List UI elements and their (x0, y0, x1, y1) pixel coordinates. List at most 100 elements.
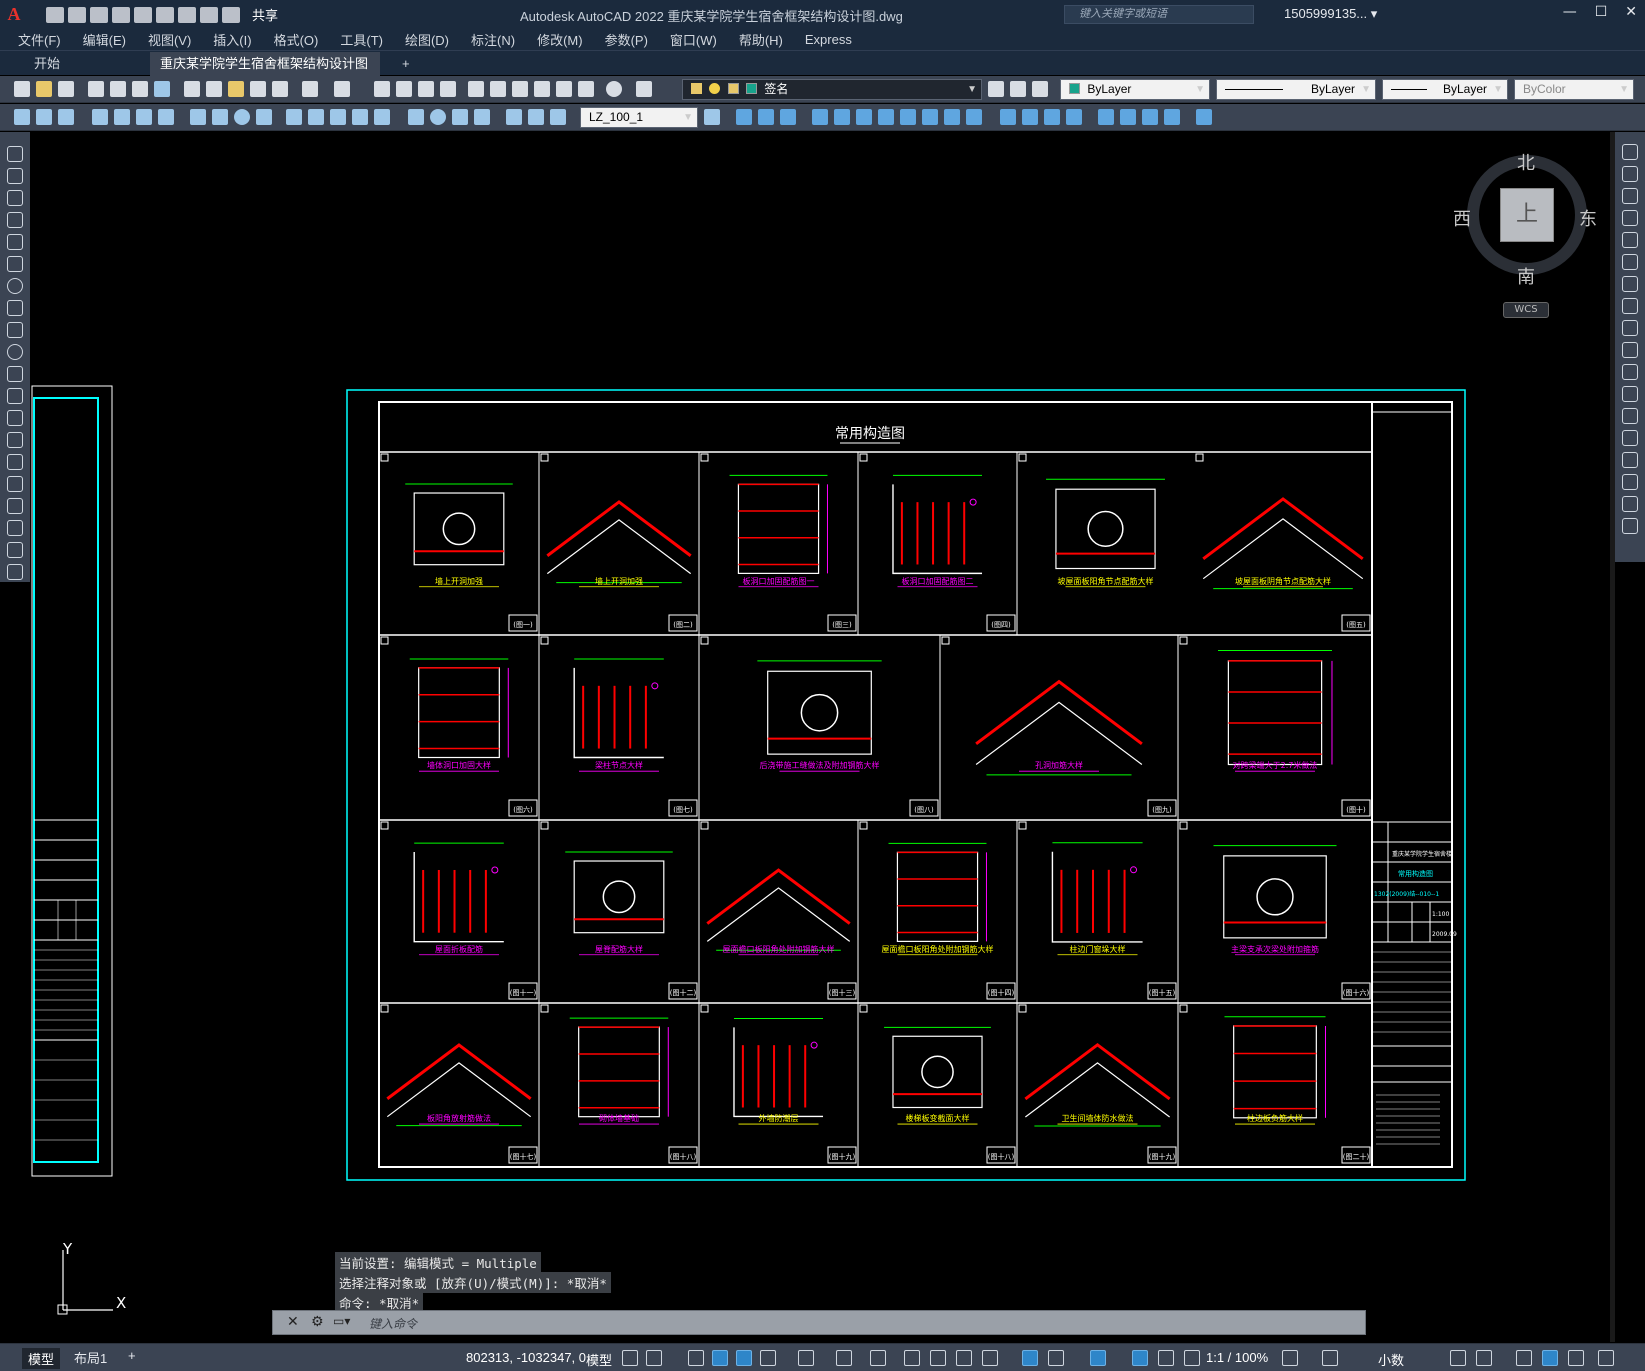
close-icon[interactable]: ✕ (287, 1314, 299, 1330)
circle-icon[interactable] (7, 278, 23, 294)
model-space-button[interactable]: 模型 (586, 1350, 612, 1369)
annotation-scale-icon[interactable] (1184, 1350, 1200, 1366)
annotation-monitor-icon[interactable] (1322, 1350, 1338, 1366)
command-line[interactable]: ✕ ⚙ ▭▾ 键入命令 (272, 1310, 1366, 1335)
3d-osnap-icon[interactable] (982, 1350, 998, 1366)
drawing-svg: 常用构造图 重庆某学院学生宿舍楼 常用构造图 1302(2009)结--010-… (31, 385, 1466, 1315)
detail-tag: (图二) (673, 621, 693, 629)
dynamic-input-icon[interactable] (712, 1350, 728, 1366)
detail-caption: 墙上开洞加强 (435, 576, 483, 586)
detail-outline (1223, 855, 1327, 939)
viewcube-top-face[interactable]: 上 (1500, 188, 1554, 242)
add-selected-icon[interactable] (7, 564, 23, 580)
explode-icon[interactable] (1622, 518, 1638, 534)
point-icon[interactable] (7, 432, 23, 448)
cell-marker (380, 821, 389, 830)
polygon-icon[interactable] (7, 212, 23, 228)
selection-cycling-icon[interactable] (956, 1350, 972, 1366)
offset-icon[interactable] (1622, 210, 1638, 226)
move-icon[interactable] (1622, 254, 1638, 270)
cell-marker (540, 821, 549, 830)
snap-icon[interactable] (646, 1350, 662, 1366)
revcloud-icon[interactable] (7, 300, 23, 316)
fillet-icon[interactable] (1622, 474, 1638, 490)
left-partial-sheet (31, 385, 113, 1177)
ellipse-arc-icon[interactable] (7, 366, 23, 382)
detail-outline (546, 519, 692, 575)
detail-outline (1055, 488, 1156, 570)
detail-outline (573, 667, 664, 759)
construction-line-icon[interactable] (7, 168, 23, 184)
recent-commands-icon[interactable]: ▭▾ (333, 1314, 350, 1328)
mtext-icon[interactable] (7, 542, 23, 558)
detail-tag: (图十三) (829, 988, 856, 997)
join-icon[interactable] (1622, 430, 1638, 446)
rotate-icon[interactable] (1622, 276, 1638, 292)
grid-icon[interactable] (622, 1350, 638, 1366)
transparency-icon[interactable] (930, 1350, 946, 1366)
lineweight-icon[interactable] (904, 1350, 920, 1366)
graphics-performance-icon[interactable] (1542, 1350, 1558, 1366)
auto-scale-icon[interactable] (1158, 1350, 1174, 1366)
compass-south[interactable]: 南 (1517, 263, 1535, 289)
region-icon[interactable] (7, 498, 23, 514)
break-at-point-icon[interactable] (1622, 386, 1638, 402)
tab-model[interactable]: 模型 (22, 1348, 61, 1369)
arc-icon[interactable] (7, 256, 23, 272)
lock-ui-icon[interactable] (1476, 1350, 1492, 1366)
detail-opening (602, 880, 636, 914)
scale-icon[interactable] (1622, 298, 1638, 314)
command-input[interactable]: 键入命令 (369, 1315, 417, 1332)
chamfer-icon[interactable] (1622, 452, 1638, 468)
spline-icon[interactable] (7, 322, 23, 338)
stretch-icon[interactable] (1622, 320, 1638, 336)
table-icon[interactable] (7, 520, 23, 536)
detail-tag: (图六) (513, 805, 533, 814)
polyline-icon[interactable] (7, 190, 23, 206)
isolate-objects-icon[interactable] (1516, 1350, 1532, 1366)
add-layout-button[interactable]: + (128, 1348, 136, 1363)
compass-north[interactable]: 北 (1517, 149, 1535, 175)
wcs-menu[interactable]: WCS (1503, 302, 1549, 318)
annotation-scale-value[interactable]: 1:1 / 100% (1206, 1350, 1268, 1365)
ucs-icon: Y X (57, 1240, 126, 1315)
units-value[interactable]: 小数 (1378, 1350, 1404, 1369)
infer-constraints-icon[interactable] (688, 1350, 704, 1366)
compass-west[interactable]: 西 (1453, 205, 1471, 231)
isodraft-icon[interactable] (798, 1350, 814, 1366)
quick-properties-icon[interactable] (1450, 1350, 1466, 1366)
insert-block-icon[interactable] (7, 388, 23, 404)
customization-icon[interactable] (1598, 1350, 1614, 1366)
detail-outline (892, 1035, 983, 1109)
object-snap-icon[interactable] (870, 1350, 886, 1366)
copy-icon[interactable] (1622, 166, 1638, 182)
compass-east[interactable]: 东 (1579, 205, 1597, 231)
ellipse-icon[interactable] (7, 344, 23, 360)
object-snap-tracking-icon[interactable] (836, 1350, 852, 1366)
break-icon[interactable] (1622, 408, 1638, 424)
vertical-scrollbar[interactable] (1610, 132, 1615, 1342)
mirror-icon[interactable] (1622, 188, 1638, 204)
dynamic-ucs-icon[interactable] (1022, 1350, 1038, 1366)
detail-caption: 板阳角放射筋做法 (427, 1113, 491, 1123)
customize-icon[interactable]: ⚙ (311, 1314, 324, 1330)
erase-icon[interactable] (1622, 144, 1638, 160)
make-block-icon[interactable] (7, 410, 23, 426)
clean-screen-icon[interactable] (1568, 1350, 1584, 1366)
rectangle-icon[interactable] (7, 234, 23, 250)
array-icon[interactable] (1622, 232, 1638, 248)
annotation-visibility-icon[interactable] (1132, 1350, 1148, 1366)
gradient-icon[interactable] (7, 476, 23, 492)
line-icon[interactable] (7, 146, 23, 162)
tab-layout1[interactable]: 布局1 (74, 1348, 107, 1367)
ortho-icon[interactable] (736, 1350, 752, 1366)
hatch-icon[interactable] (7, 454, 23, 470)
selection-filter-icon[interactable] (1048, 1350, 1064, 1366)
detail-caption: 卫生间墙体防水做法 (1062, 1113, 1134, 1123)
gizmo-icon[interactable] (1090, 1350, 1106, 1366)
blend-curves-icon[interactable] (1622, 496, 1638, 512)
polar-icon[interactable] (760, 1350, 776, 1366)
trim-icon[interactable] (1622, 342, 1638, 358)
workspace-icon[interactable] (1282, 1350, 1298, 1366)
extend-icon[interactable] (1622, 364, 1638, 380)
